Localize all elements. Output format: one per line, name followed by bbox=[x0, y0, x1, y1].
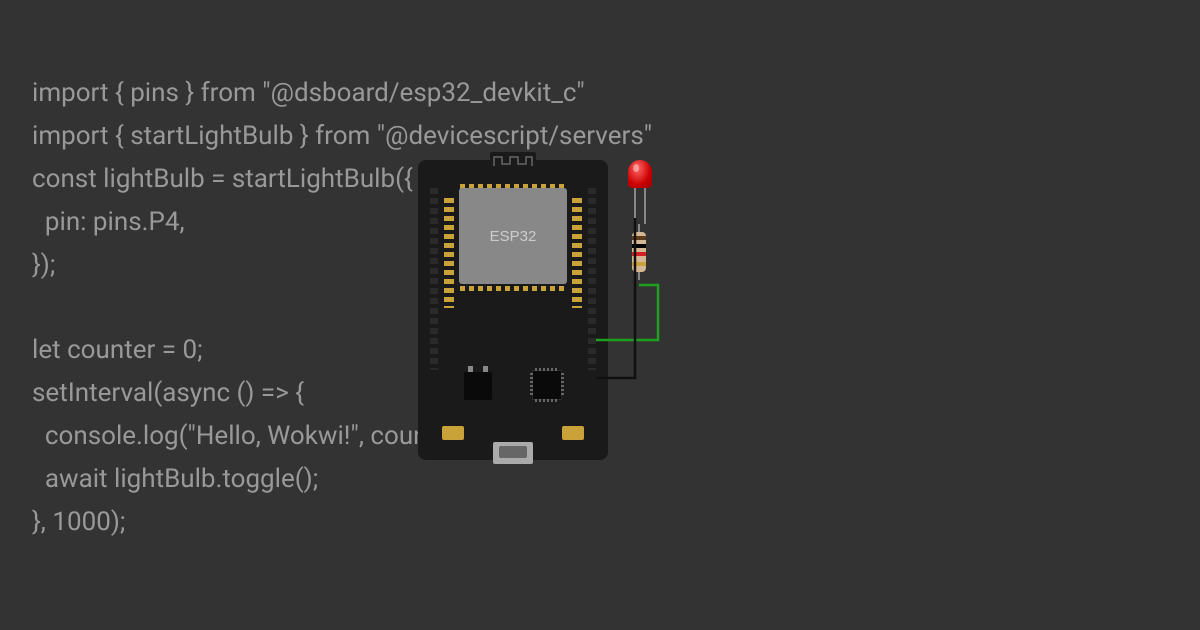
resistor-band bbox=[632, 244, 646, 248]
code-line: }, 1000); bbox=[32, 507, 125, 537]
header-pins-left bbox=[430, 188, 438, 370]
micro-usb-port bbox=[493, 442, 533, 464]
led-bulb-icon bbox=[628, 160, 652, 188]
code-line: import { startLightBulb } from "@devices… bbox=[32, 121, 652, 151]
code-line: await lightBulb.toggle(); bbox=[32, 464, 318, 494]
led-cathode-leg bbox=[634, 188, 636, 218]
voltage-regulator bbox=[464, 372, 492, 400]
code-line: setInterval(async () => { bbox=[32, 378, 304, 408]
code-line: const lightBulb = startLightBulb({ bbox=[32, 164, 413, 194]
resistor-band bbox=[632, 236, 646, 240]
code-line: }); bbox=[32, 250, 55, 280]
chip-label: ESP32 bbox=[490, 228, 537, 245]
led-anode-leg bbox=[644, 188, 646, 224]
antenna-trace-icon bbox=[490, 154, 536, 168]
boot-button[interactable] bbox=[442, 426, 464, 440]
enable-button[interactable] bbox=[562, 426, 584, 440]
resistor-band bbox=[632, 262, 646, 266]
chip-pads bbox=[444, 198, 454, 308]
esp32-chip-shield: ESP32 bbox=[459, 188, 567, 284]
wifi-antenna bbox=[490, 152, 536, 172]
resistor-leg bbox=[638, 224, 640, 232]
circuit-diagram: ESP32 bbox=[418, 160, 678, 470]
chip-pads bbox=[572, 198, 582, 308]
code-line: import { pins } from "@dsboard/esp32_dev… bbox=[32, 78, 585, 108]
resistor-body-icon bbox=[632, 232, 646, 272]
led-component[interactable] bbox=[628, 160, 652, 188]
resistor-component[interactable] bbox=[632, 232, 646, 272]
resistor-band bbox=[632, 252, 646, 256]
resistor-leg bbox=[638, 272, 640, 280]
esp32-devkit-board[interactable]: ESP32 bbox=[418, 160, 608, 460]
usb-serial-chip bbox=[532, 370, 562, 400]
chip-pads bbox=[460, 286, 566, 291]
code-line: let counter = 0; bbox=[32, 335, 203, 365]
code-line: pin: pins.P4, bbox=[32, 207, 185, 237]
header-pins-right bbox=[588, 188, 596, 370]
